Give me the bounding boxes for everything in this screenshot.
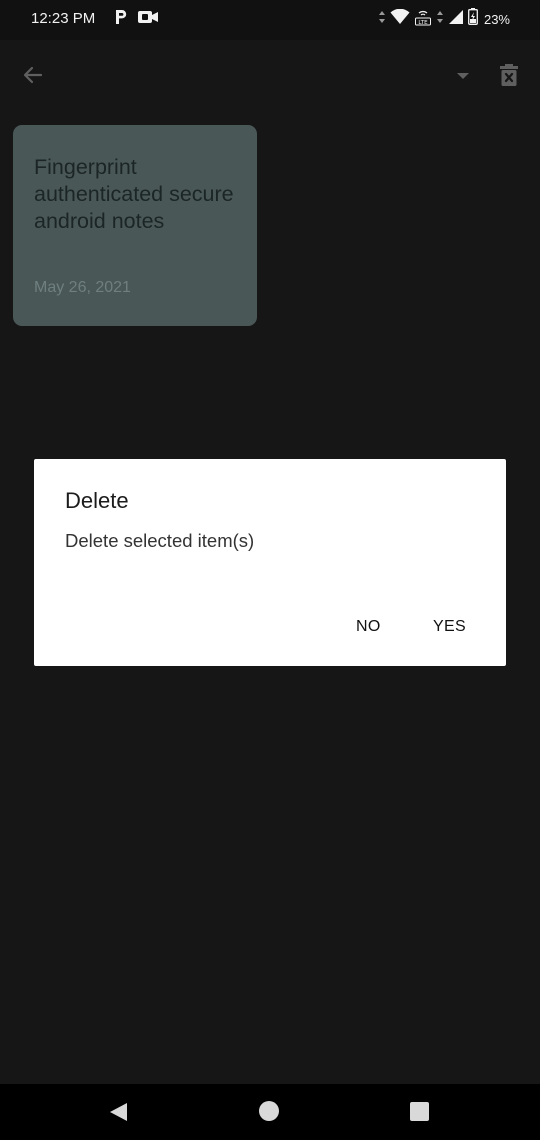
no-button[interactable]: NO xyxy=(346,609,391,645)
wifi-icon xyxy=(390,8,410,30)
caret-down-icon xyxy=(456,68,470,86)
delete-button[interactable] xyxy=(496,62,522,92)
square-recents-icon[interactable] xyxy=(410,1102,429,1121)
dialog-title: Delete xyxy=(65,488,129,513)
battery-charging-icon xyxy=(468,8,478,30)
svg-text:LTE: LTE xyxy=(418,19,428,25)
app-bar xyxy=(0,40,540,112)
note-title: Fingerprint authenticated secure android… xyxy=(34,155,234,233)
sort-dropdown-button[interactable] xyxy=(452,66,474,88)
triangle-back-icon[interactable] xyxy=(108,1101,130,1128)
note-date: May 26, 2021 xyxy=(34,279,131,296)
note-card[interactable]: Fingerprint authenticated secure android… xyxy=(13,125,257,326)
yes-button[interactable]: YES xyxy=(423,609,476,645)
status-left-icons xyxy=(114,9,159,29)
data-arrows-icon-2 xyxy=(436,10,444,29)
status-right-icons: LTE 23% xyxy=(378,8,510,31)
circle-home-icon[interactable] xyxy=(259,1101,279,1121)
signal-icon xyxy=(448,9,464,30)
status-bar: 12:23 PM LTE 23% xyxy=(0,0,540,40)
battery-percent: 23% xyxy=(483,11,510,27)
arrow-left-icon xyxy=(21,63,45,92)
delete-dialog: Delete Delete selected item(s) NO YES xyxy=(34,459,506,666)
status-time: 12:23 PM xyxy=(31,10,96,27)
volte-icon: LTE xyxy=(414,8,432,31)
parking-p-icon xyxy=(114,9,128,30)
video-camera-icon xyxy=(137,10,159,29)
dialog-message: Delete selected item(s) xyxy=(65,530,255,551)
navigation-bar xyxy=(0,1084,540,1140)
trash-x-icon xyxy=(499,63,519,92)
data-arrows-icon xyxy=(378,10,386,29)
back-button[interactable] xyxy=(18,62,48,92)
